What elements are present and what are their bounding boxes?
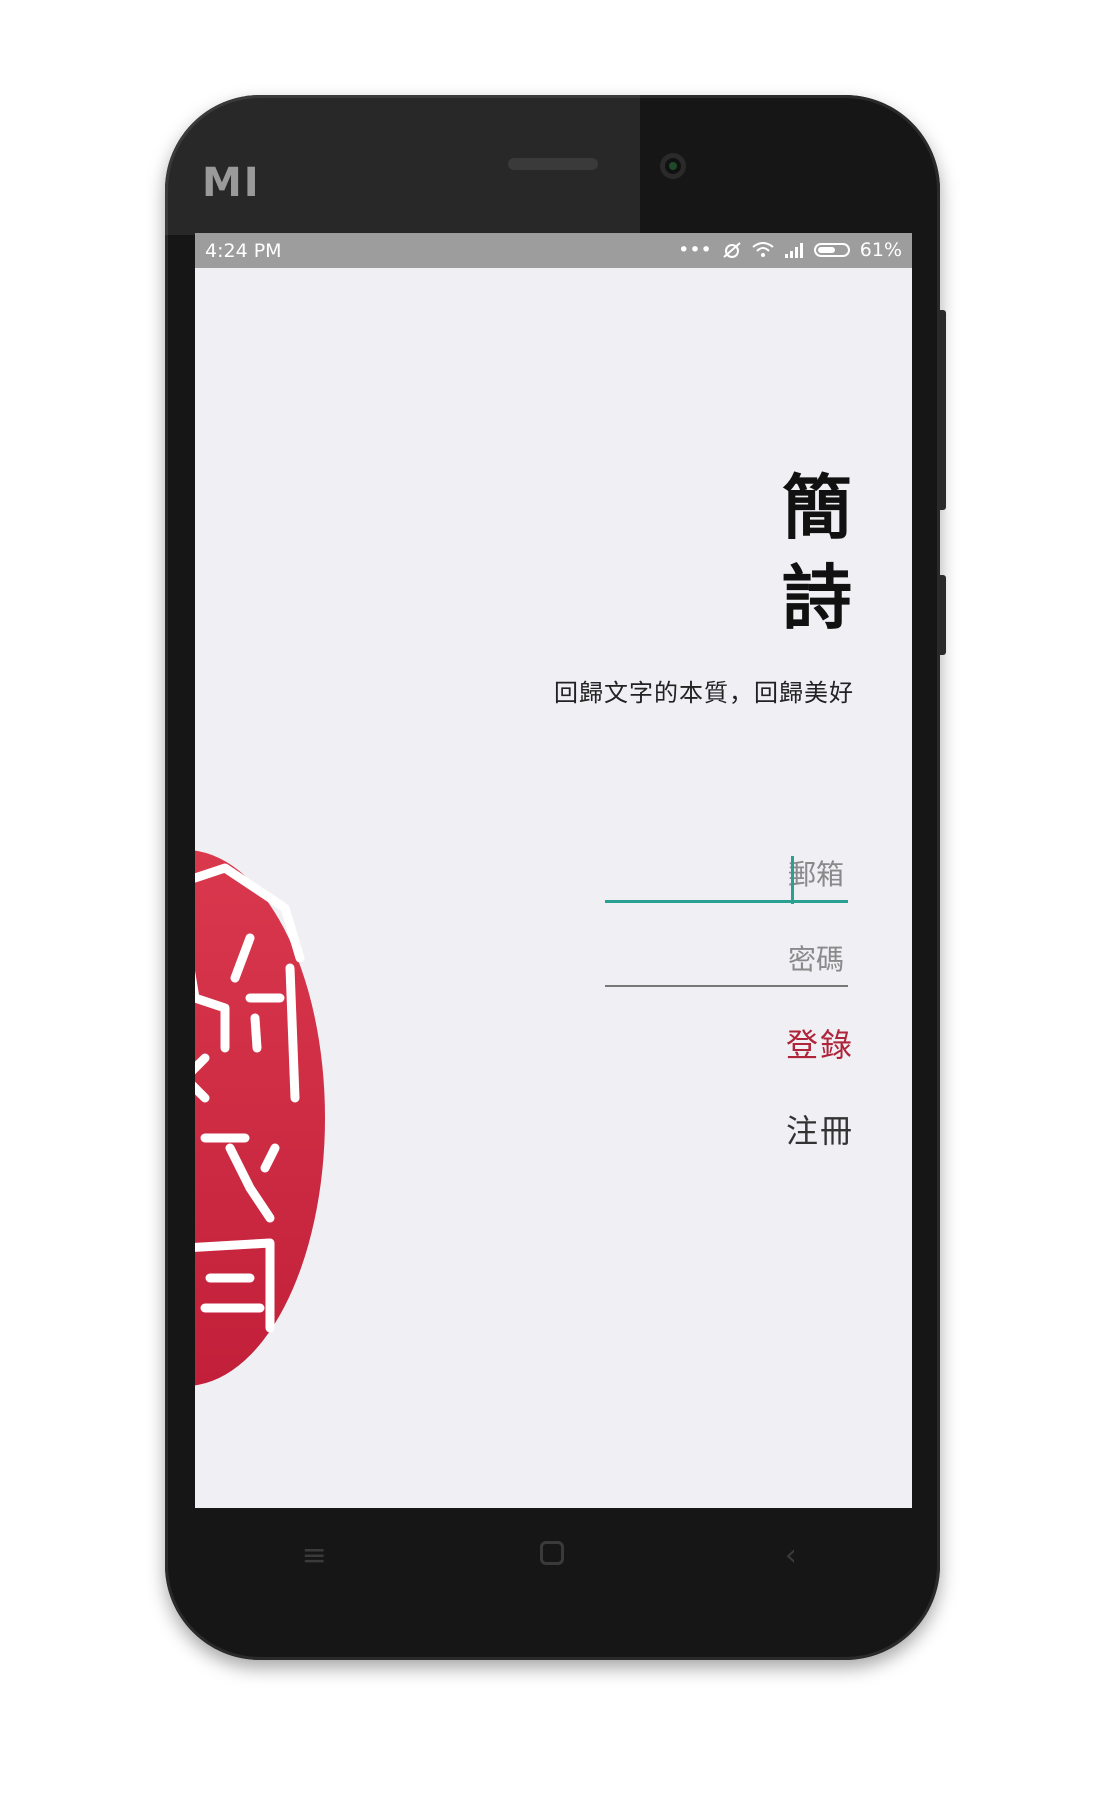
seal-logo	[195, 850, 325, 1386]
text-cursor	[791, 856, 794, 904]
status-bar: 4:24 PM ••• 61%	[195, 233, 912, 268]
login-page: 簡 詩 回歸文字的本質，回歸美好 登錄 注冊	[195, 268, 912, 1508]
nav-bar: ≡ ‹	[195, 1508, 910, 1603]
battery-icon	[813, 243, 850, 257]
battery-percent: 61%	[859, 239, 902, 261]
menu-icon[interactable]: ≡	[274, 1538, 354, 1573]
title-char-2: 詩	[782, 556, 852, 639]
title-char-1: 簡	[782, 466, 852, 549]
wifi-icon	[752, 242, 774, 257]
volume-button[interactable]	[940, 310, 946, 510]
back-icon[interactable]: ‹	[751, 1538, 831, 1573]
email-input[interactable]	[605, 848, 848, 900]
screen: 4:24 PM ••• 61% 簡 詩 回歸文字的本質，回歸美好 郵箱 登錄 注…	[195, 233, 912, 1508]
home-icon[interactable]	[512, 1538, 592, 1573]
login-button[interactable]: 登錄	[786, 1020, 854, 1066]
status-icons: ••• 61%	[678, 239, 902, 261]
app-title: 簡 詩	[777, 463, 857, 643]
front-camera	[660, 153, 686, 179]
status-time: 4:24 PM	[205, 240, 282, 262]
password-input[interactable]	[605, 933, 848, 985]
email-field[interactable]	[605, 848, 848, 904]
more-dots-icon: •••	[678, 239, 712, 261]
register-button[interactable]: 注冊	[786, 1106, 854, 1152]
brand-logo: MI	[202, 160, 261, 206]
password-field[interactable]	[605, 933, 848, 987]
muted-alarm-icon	[723, 242, 741, 258]
earpiece-speaker	[508, 158, 598, 170]
power-button[interactable]	[940, 575, 946, 655]
app-subtitle: 回歸文字的本質，回歸美好	[554, 679, 854, 707]
signal-icon	[784, 243, 803, 258]
battery-fill	[817, 247, 835, 253]
